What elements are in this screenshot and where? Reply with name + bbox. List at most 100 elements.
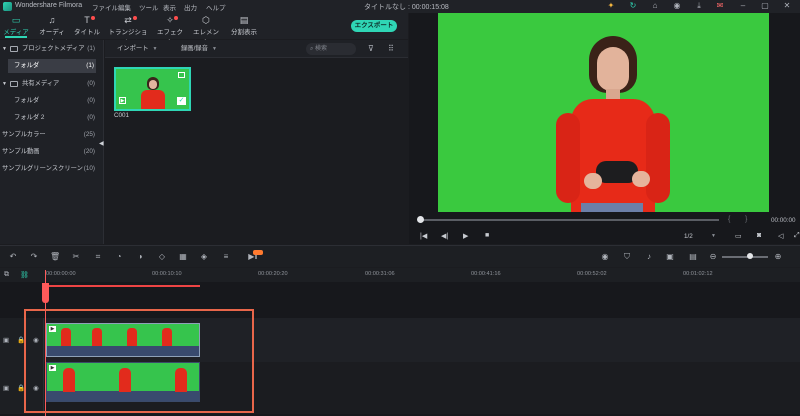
mail-icon[interactable]: ✉ [715,1,725,11]
media-filter-bar: インポート ▼ 録画/録音 ▼ ⌕ 検索 ⊽ ⠿ [105,40,408,58]
maximize-icon[interactable]: ▢ [760,1,770,11]
grid-view-icon[interactable]: ⠿ [388,44,394,53]
tree-sample-colors[interactable]: サンプルカラー (25) [0,128,103,142]
tree-folder-2[interactable]: フォルダ 2 (0) [0,111,103,125]
tree-shared-media[interactable]: ▼ 共有メディア (0) [0,77,103,91]
import-dropdown[interactable]: インポート ▼ [117,44,157,54]
tree-folder-selected[interactable]: フォルダ (1) [8,59,96,73]
volume-icon[interactable]: ◁ [778,232,783,240]
clip-name: C001 [114,112,130,119]
cut-icon[interactable]: ✂ [71,252,81,262]
close-icon[interactable]: ✕ [782,1,792,11]
preview-quality[interactable]: 1/2 [684,233,693,240]
track-type-icon: ▣ [3,385,10,392]
zoom-out-icon[interactable]: ⊖ [708,252,718,262]
voiceover-icon[interactable]: ▣ [665,252,675,262]
snapshot-icon[interactable]: ◙ [757,232,761,239]
tree-project-media[interactable]: ▼ プロジェクトメディア (1) [0,42,103,56]
keyframe-icon[interactable]: ◇ [157,252,167,262]
account-icon[interactable]: ◉ [672,1,682,11]
microphone-icon[interactable]: ♪ [644,252,654,262]
minimize-icon[interactable]: – [738,1,748,11]
document-title: タイトルなし : 00:00:15:08 [364,4,449,11]
folder-icon: ▭ [11,15,21,25]
step-back-icon[interactable]: ◀| [441,232,448,240]
speed-icon[interactable]: ◔ [114,252,124,262]
display-icon[interactable]: ▭ [735,232,742,240]
person-hand [632,171,650,187]
download-icon[interactable]: ⤓ [694,1,704,11]
store-icon[interactable]: ⌂ [650,1,660,11]
lightbulb-icon[interactable]: ✦ [606,1,616,11]
chevron-down-icon: ▼ [2,81,7,87]
person-jeans [581,203,643,212]
tab-titles[interactable]: T タイトル [74,15,100,37]
filmora-logo-icon [3,2,12,11]
stop-icon[interactable]: ■ [485,232,489,239]
music-note-icon: ♫ [48,15,56,25]
chevron-down-icon: ▼ [2,46,7,52]
tab-media[interactable]: ▭ メディア [3,15,29,38]
mark-out-icon[interactable]: } [745,216,747,223]
skip-back-icon[interactable]: |◀ [420,232,427,240]
tab-elements[interactable]: ⬡ エレメント [191,15,221,46]
chevron-down-icon: ▼ [211,46,217,52]
render-progress-bar [46,285,200,287]
fullscreen-icon[interactable]: ⤢ [794,232,800,240]
snapshot-icon[interactable]: ▤ [688,252,698,262]
crop-icon[interactable]: ⌗ [93,252,103,262]
tab-audio[interactable]: ♫ オーディオ [36,15,68,46]
filter-icon[interactable]: ⊽ [368,44,374,53]
scrubber-handle[interactable] [417,216,424,223]
tree-folder[interactable]: フォルダ (0) [0,94,103,108]
preview-video[interactable] [438,13,769,212]
selection-highlight [24,309,254,413]
zoom-slider-handle[interactable] [747,253,753,259]
folder-icon [10,46,18,52]
tree-sample-green-screen[interactable]: サンプルグリーンスクリーン (10) [0,162,103,176]
menu-edit[interactable]: 編集 [118,2,131,12]
preview-panel: { } 00:00:00 |◀ ◀| ▶ ■ 1/2 ▼ ▭ ◙ ◁ ⤢ [409,13,800,244]
refresh-icon[interactable]: ↻ [628,1,638,11]
tab-transitions[interactable]: ⇄ トランジション [107,15,149,46]
mark-in-icon[interactable]: { [728,216,730,223]
redo-icon[interactable]: ↷ [29,252,39,262]
menu-tools[interactable]: ツール [139,2,159,12]
play-icon[interactable]: ▶ [463,232,468,240]
text-icon: T [84,15,90,25]
zoom-in-icon[interactable]: ⊕ [773,252,783,262]
timeline-zoom-slider[interactable] [722,256,768,258]
chevron-down-icon[interactable]: ▼ [711,233,716,239]
link-icon[interactable]: ⛓ [20,271,29,279]
tab-effects[interactable]: ✧ エフェクト [155,15,185,46]
adjust-icon[interactable]: ≡ [221,252,231,262]
added-check-icon: ✓ [177,97,186,105]
menu-view[interactable]: 表示 [163,2,176,12]
new-badge [91,16,95,20]
collapse-arrow-icon[interactable]: ◀ [99,140,104,147]
green-screen-icon[interactable]: ▦ [178,252,188,262]
menu-help[interactable]: ヘルプ [206,2,226,12]
menu-file[interactable]: ファイル [92,2,118,12]
new-badge [133,16,137,20]
tree-sample-videos[interactable]: サンプル動画 (20) [0,145,103,159]
render-icon[interactable]: ◉ [600,252,610,262]
playhead-handle[interactable] [42,283,49,303]
undo-icon[interactable]: ↶ [8,252,18,262]
timeline-ruler[interactable]: ⧉ ⛓ 00:00:00:00 00:00:10:10 00:00:20:20 … [0,268,800,282]
menu-export[interactable]: 出力 [184,2,197,12]
stabilize-icon[interactable]: ◈ [199,252,209,262]
color-icon[interactable]: ◑ [135,252,145,262]
marker-icon[interactable]: ⛉ [622,252,632,262]
ruler-label: 00:00:10:10 [152,271,182,277]
effects-icon: ✧ [166,15,174,25]
search-input[interactable]: ⌕ 検索 [306,43,356,55]
delete-icon[interactable]: 🗑 [50,252,60,262]
tab-split-screen[interactable]: ▤ 分割表示 [228,15,260,37]
media-clip-thumbnail[interactable]: ▶ ✓ [114,67,191,111]
record-dropdown[interactable]: 録画/録音 ▼ [181,44,217,54]
export-button[interactable]: エクスポート [351,20,397,32]
preview-scrubber[interactable] [419,219,719,221]
add-track-icon[interactable]: ⧉ [4,271,9,279]
person-hand [584,173,602,189]
